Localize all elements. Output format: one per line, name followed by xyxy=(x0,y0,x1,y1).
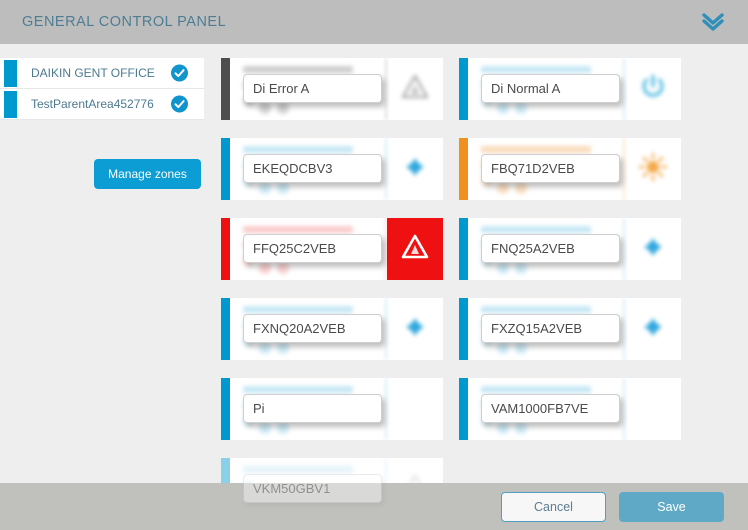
unit-mode-icon-cell[interactable] xyxy=(625,378,681,440)
unit-name-input[interactable]: FXNQ20A2VEB xyxy=(243,314,382,343)
unit-name-input[interactable]: Di Error A xyxy=(243,74,382,103)
unit-name-input[interactable]: FXZQ15A2VEB xyxy=(481,314,620,343)
unit-card-ghost-title xyxy=(243,466,353,473)
window-header: GENERAL CONTROL PANEL xyxy=(0,0,748,44)
zone-accent-bar xyxy=(4,91,17,118)
unit-card-ghost-title xyxy=(243,386,353,393)
unit-card[interactable]: EKEQDCBV3 xyxy=(221,138,443,200)
unit-card-ghost-title xyxy=(243,306,353,313)
power-icon xyxy=(638,72,668,107)
unit-status-bar xyxy=(221,218,230,280)
unit-card[interactable]: FXNQ20A2VEB xyxy=(221,298,443,360)
unit-card-ghost-title xyxy=(243,226,353,233)
fan-diamond-icon xyxy=(400,312,430,347)
unit-name-input[interactable]: EKEQDCBV3 xyxy=(243,154,382,183)
unit-card[interactable]: FXZQ15A2VEB xyxy=(459,298,681,360)
cancel-button[interactable]: Cancel xyxy=(501,491,606,522)
unit-card-ghost-dot xyxy=(497,102,509,114)
unit-status-bar xyxy=(221,138,230,200)
unit-card-ghost-dot xyxy=(277,342,289,354)
unit-status-bar xyxy=(459,218,468,280)
unit-card-ghost-dot xyxy=(515,102,527,114)
unit-card-ghost-title xyxy=(481,226,591,233)
unit-mode-icon-cell[interactable] xyxy=(387,218,443,280)
unit-name-input[interactable]: VAM1000FB7VE xyxy=(481,394,620,423)
page-title: GENERAL CONTROL PANEL xyxy=(22,14,227,30)
unit-card-ghost-dot xyxy=(259,422,271,434)
unit-mode-icon-cell[interactable] xyxy=(387,58,443,120)
unit-card[interactable]: FNQ25A2VEB xyxy=(459,218,681,280)
manage-zones-button[interactable]: Manage zones xyxy=(94,159,201,189)
general-control-panel-window: GENERAL CONTROL PANEL DAIKIN GENT OFFICE… xyxy=(0,0,748,530)
unit-card-ghost-dot xyxy=(277,422,289,434)
unit-card-ghost-dot xyxy=(259,262,271,274)
unit-card-ghost-dot xyxy=(497,262,509,274)
unit-name-input[interactable]: Di Normal A xyxy=(481,74,620,103)
unit-card-grid: Di Error A Di Normal A EKEQDCBV3 FBQ71D2VEB… xyxy=(221,58,741,520)
unit-card-ghost-title xyxy=(481,386,591,393)
unit-card-ghost-dot xyxy=(515,342,527,354)
unit-card-ghost-title xyxy=(481,306,591,313)
unit-card-ghost-dot xyxy=(259,182,271,194)
unit-card-ghost-dot xyxy=(497,342,509,354)
save-button[interactable]: Save xyxy=(619,491,724,522)
unit-status-bar xyxy=(459,378,468,440)
unit-mode-icon-cell[interactable] xyxy=(625,58,681,120)
heat-mode-icon xyxy=(638,152,668,187)
unit-status-bar xyxy=(459,138,468,200)
unit-mode-icon-cell[interactable] xyxy=(625,138,681,200)
unit-name-input[interactable]: Pi xyxy=(243,394,382,423)
zone-label: DAIKIN GENT OFFICE xyxy=(31,66,155,80)
fan-diamond-icon xyxy=(638,232,668,267)
sidebar-item-zone-0[interactable]: DAIKIN GENT OFFICE xyxy=(0,58,204,89)
unit-card[interactable]: VAM1000FB7VE xyxy=(459,378,681,440)
unit-card-ghost-dot xyxy=(515,182,527,194)
fan-diamond-icon xyxy=(400,152,430,187)
unit-card-ghost-title xyxy=(481,146,591,153)
sidebar-item-zone-1[interactable]: TestParentArea452776 xyxy=(0,89,204,120)
unit-name-input[interactable]: FBQ71D2VEB xyxy=(481,154,620,183)
unit-mode-icon-cell[interactable] xyxy=(387,298,443,360)
unit-card-ghost-dot xyxy=(497,182,509,194)
unit-card-ghost-title xyxy=(243,66,353,73)
unit-card-ghost-dot xyxy=(497,422,509,434)
zone-accent-bar xyxy=(4,60,17,87)
unit-card-ghost-dot xyxy=(277,102,289,114)
unit-mode-icon-cell[interactable] xyxy=(387,138,443,200)
unit-card-ghost-title xyxy=(481,66,591,73)
unit-card[interactable]: FFQ25C2VEB xyxy=(221,218,443,280)
fan-diamond-icon xyxy=(638,312,668,347)
unit-card[interactable]: Pi xyxy=(221,378,443,440)
unit-card[interactable]: Di Error A xyxy=(221,58,443,120)
zone-label: TestParentArea452776 xyxy=(31,97,154,111)
check-circle-icon[interactable] xyxy=(171,64,188,82)
unit-card[interactable]: FBQ71D2VEB xyxy=(459,138,681,200)
unit-card-ghost-dot xyxy=(259,102,271,114)
unit-name-input[interactable]: FNQ25A2VEB xyxy=(481,234,620,263)
zone-sidebar: DAIKIN GENT OFFICE TestParentArea452776 xyxy=(0,58,204,120)
chevron-double-down-icon[interactable] xyxy=(698,9,728,35)
unit-mode-icon-cell[interactable] xyxy=(387,378,443,440)
unit-mode-icon-cell[interactable] xyxy=(625,218,681,280)
unit-card-ghost-dot xyxy=(515,262,527,274)
unit-mode-icon-cell[interactable] xyxy=(625,298,681,360)
unit-card-ghost-title xyxy=(243,146,353,153)
unit-card-ghost-dot xyxy=(277,182,289,194)
unit-card[interactable]: Di Normal A xyxy=(459,58,681,120)
warning-triangle-icon xyxy=(400,72,430,107)
unit-status-bar xyxy=(459,58,468,120)
unit-card-ghost-dot xyxy=(259,342,271,354)
unit-status-bar xyxy=(221,58,230,120)
check-circle-icon[interactable] xyxy=(171,95,188,113)
unit-name-input[interactable]: VKM50GBV1 xyxy=(243,474,382,503)
unit-card-ghost-dot xyxy=(515,422,527,434)
unit-status-bar xyxy=(459,298,468,360)
unit-status-bar xyxy=(221,298,230,360)
unit-card-ghost-dot xyxy=(277,262,289,274)
warning-triangle-icon xyxy=(400,232,430,267)
unit-name-input[interactable]: FFQ25C2VEB xyxy=(243,234,382,263)
unit-status-bar xyxy=(221,378,230,440)
